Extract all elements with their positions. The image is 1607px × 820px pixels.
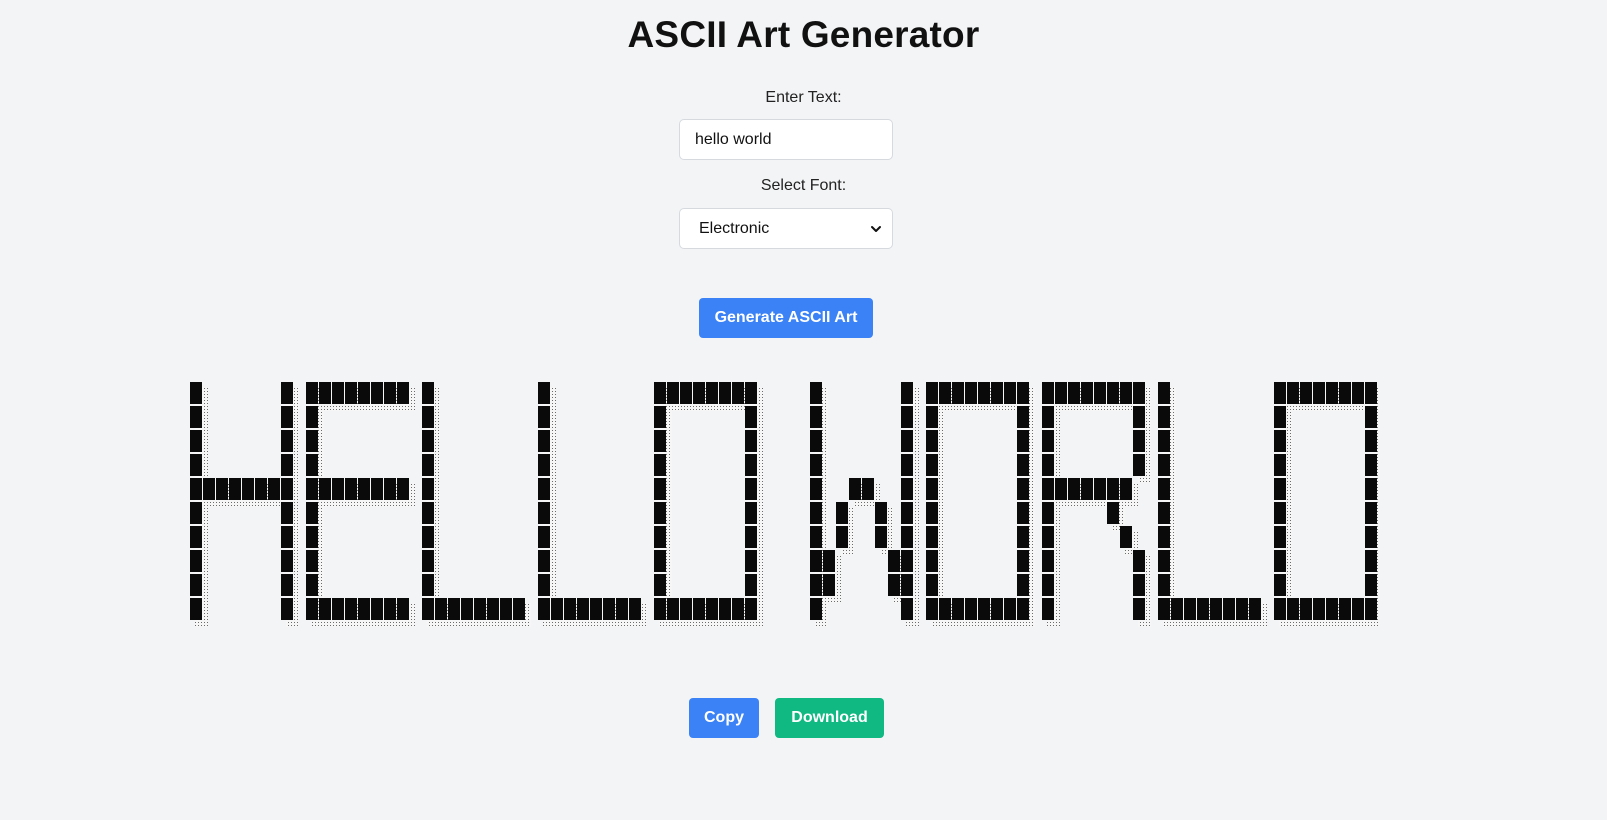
ascii-art-output [190,382,1380,627]
ascii-letter-l [538,382,647,627]
generate-button[interactable]: Generate ASCII Art [699,298,873,338]
font-select-label: Select Font: [760,177,847,194]
copy-button[interactable]: Copy [689,698,759,738]
ascii-letter-o [926,382,1035,627]
ascii-letter-l [422,382,531,627]
text-input[interactable] [679,119,893,160]
ascii-letter-r [1042,382,1151,627]
ascii-letter-w [810,382,919,627]
ascii-letter-l [1158,382,1267,627]
ascii-letter-o [654,382,763,627]
ascii-letter-e [306,382,415,627]
text-input-label: Enter Text: [765,89,842,106]
ascii-letter-d [1274,382,1380,627]
ascii-letter-h [190,382,299,627]
download-button[interactable]: Download [775,698,884,738]
chevron-down-icon [871,225,881,232]
page-title: ASCII Art Generator [627,14,980,55]
font-select[interactable]: Electronic [679,208,893,249]
font-select-value: Electronic [699,219,770,237]
